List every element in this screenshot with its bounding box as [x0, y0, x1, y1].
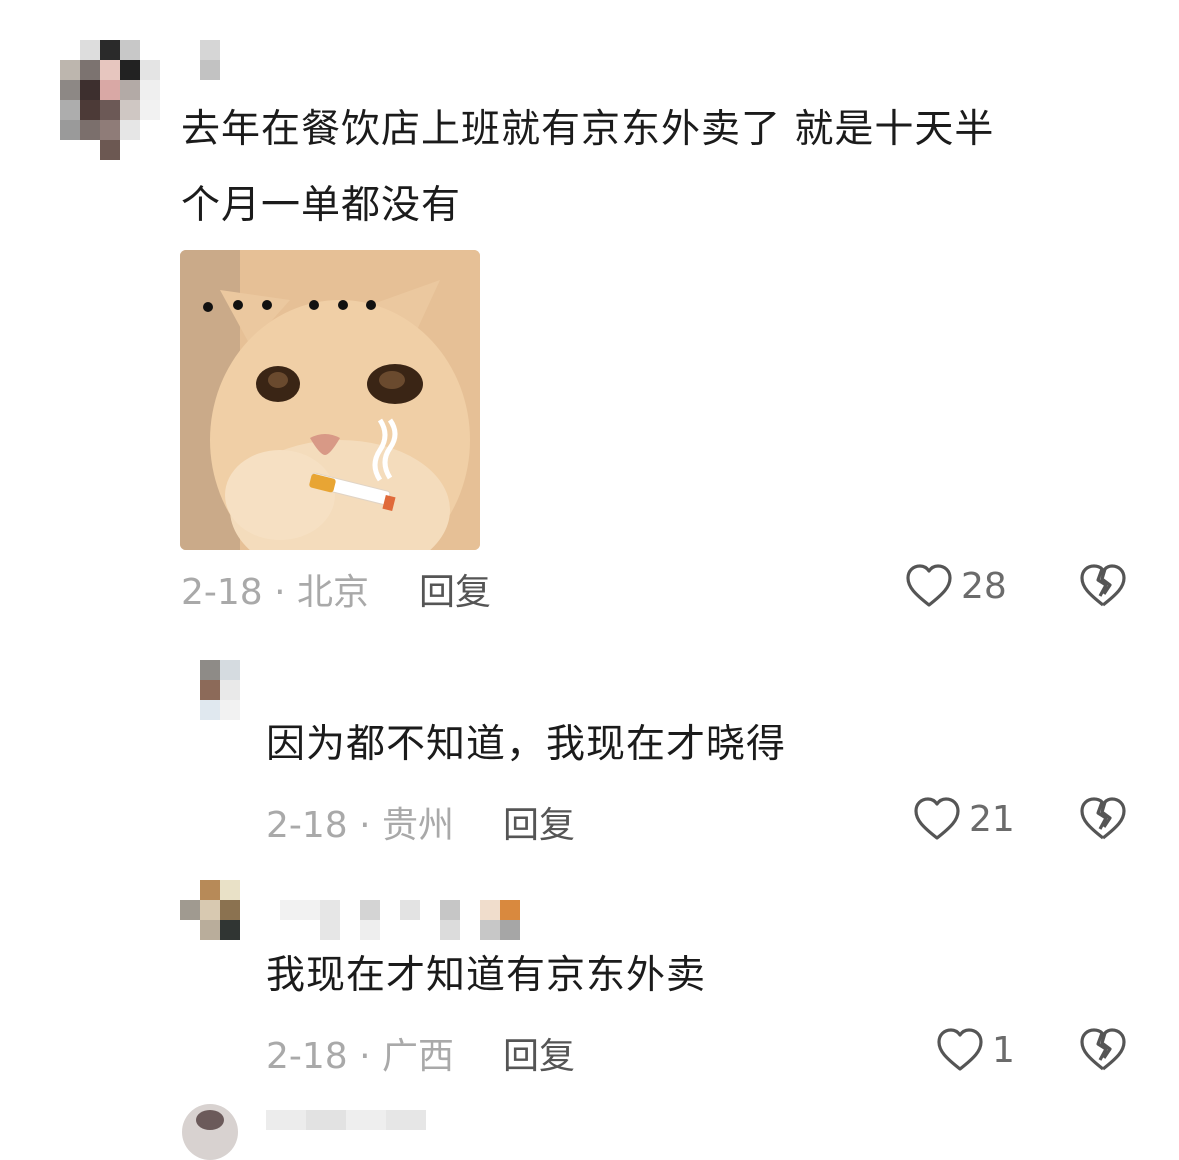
comment-date: 2-18: [181, 572, 263, 613]
comment-meta: 2-18 · 贵州: [266, 796, 454, 848]
avatar[interactable]: [182, 1104, 238, 1160]
like-count: 1: [992, 1029, 1015, 1071]
cat-sticker[interactable]: [180, 250, 480, 550]
username[interactable]: [280, 900, 520, 940]
avatar[interactable]: [200, 660, 240, 720]
like-button[interactable]: 21: [913, 796, 1015, 842]
like-button[interactable]: 28: [905, 563, 1007, 609]
like-count: 21: [969, 798, 1015, 840]
comment-meta: 2-18 · 广西: [266, 1027, 454, 1079]
like-count: 28: [961, 565, 1007, 607]
like-button[interactable]: 1: [936, 1027, 1015, 1073]
broken-heart-icon: [1080, 797, 1126, 840]
avatar[interactable]: [180, 880, 240, 940]
comment-location: 广西: [382, 1036, 455, 1077]
cat-smoking-image: [180, 250, 480, 550]
username[interactable]: [266, 1110, 426, 1130]
username[interactable]: [200, 40, 220, 80]
reply-button[interactable]: 回复: [503, 1027, 575, 1079]
comment-location: 贵州: [382, 805, 455, 846]
broken-heart-icon: [1080, 1028, 1126, 1071]
comment-text: 我现在才知道有京东外卖: [266, 953, 707, 998]
meta-separator: ·: [347, 1036, 383, 1077]
comment-date: 2-18: [266, 805, 348, 846]
broken-heart-icon: [1080, 564, 1126, 607]
heart-icon: [914, 797, 960, 840]
reply-button[interactable]: 回复: [503, 796, 575, 848]
meta-separator: ·: [347, 805, 383, 846]
heart-icon: [906, 564, 952, 607]
avatar[interactable]: [60, 40, 160, 160]
dislike-button[interactable]: [1079, 1027, 1127, 1077]
comment-meta: 2-18 · 北京: [181, 563, 369, 615]
comment-text: 因为都不知道，我现在才晓得: [266, 722, 787, 767]
meta-separator: ·: [262, 572, 298, 613]
comment-location: 北京: [297, 572, 370, 613]
heart-icon: [937, 1028, 983, 1071]
comment-text: 去年在餐饮店上班就有京东外卖了 就是十天半 个月一单都没有: [181, 107, 995, 228]
dislike-button[interactable]: [1079, 563, 1127, 613]
comment-date: 2-18: [266, 1036, 348, 1077]
reply-button[interactable]: 回复: [419, 563, 491, 615]
dislike-button[interactable]: [1079, 796, 1127, 846]
